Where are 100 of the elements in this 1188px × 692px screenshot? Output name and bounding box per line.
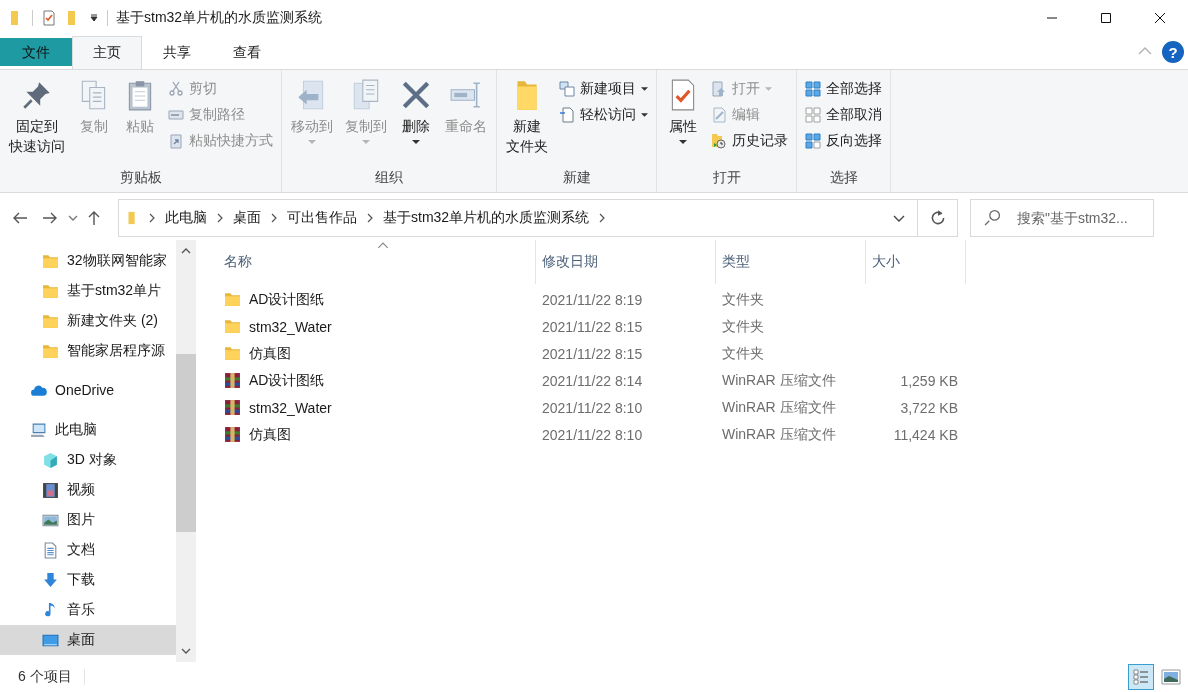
breadcrumb-item[interactable]: 桌面 [233,209,261,227]
caret-icon [641,113,648,117]
nav-item[interactable]: 下载 [0,565,176,595]
chevron-down-icon[interactable] [68,215,78,221]
search-field[interactable]: 搜索"基于stm32... [970,199,1154,237]
modified-date: 2021/11/22 8:10 [542,399,643,416]
ribbon-tab[interactable]: 主页 [72,36,142,69]
maximize-icon[interactable] [1100,12,1112,24]
file-name[interactable]: AD设计图纸 [218,290,536,309]
caret-icon [641,87,648,91]
nav-item[interactable]: 桌面 [0,625,176,655]
breadcrumb-item[interactable]: 可出售作品 [287,209,357,227]
modified-date: 2021/11/22 8:19 [542,291,643,308]
chevron-right-icon[interactable] [599,213,606,223]
nav-item[interactable]: OneDrive [0,375,176,405]
nav-item[interactable]: 此电脑 [0,415,176,445]
select-all-icon [805,81,821,97]
file-name[interactable]: stm32_Water [218,318,536,335]
ribbon-button[interactable]: 新建项目 [555,76,652,102]
breadcrumb-item[interactable]: 基于stm32单片机的水质监测系统 [383,209,590,227]
ribbon-group-label: 组织 [374,168,404,187]
archive-icon [224,372,241,389]
shortcut-icon [168,133,184,149]
nav-item[interactable]: 32物联网智能家 [0,246,176,276]
file-size: 11,424 KB [893,426,958,443]
select-none-icon [805,107,821,123]
ribbon-button[interactable]: 全部取消 [801,102,886,128]
ribbon-button[interactable]: 属性 [661,74,705,164]
nav-item[interactable]: 文档 [0,535,176,565]
chevron-right-icon[interactable] [149,213,155,223]
breadcrumb-item[interactable]: 此电脑 [165,209,207,227]
chevron-right-icon[interactable] [271,213,277,223]
file-size: 3,722 KB [900,399,958,416]
nav-item[interactable]: 3D 对象 [0,445,176,475]
ribbon-button[interactable]: 删除 [394,74,438,164]
details-list-icon [1131,667,1151,687]
help-button[interactable]: ? [1162,41,1184,63]
file-name[interactable]: 仿真图 [218,344,536,363]
refresh-button[interactable] [918,199,958,237]
up-arrow-icon[interactable] [86,210,102,226]
nav-item[interactable]: 视频 [0,475,176,505]
edit-icon [711,107,727,123]
file-name[interactable]: AD设计图纸 [218,371,536,390]
ribbon-tab[interactable]: 文件 [0,38,72,66]
new-item-icon [559,81,575,97]
close-icon[interactable] [1154,12,1166,24]
modified-date: 2021/11/22 8:15 [542,318,643,335]
column-header[interactable]: 修改日期 [536,240,716,284]
chevron-right-icon[interactable] [367,213,373,223]
properties-icon[interactable] [41,10,57,26]
invert-selection-icon [805,133,821,149]
scroll-up-icon[interactable] [181,248,191,254]
computer-icon [30,421,47,439]
cube-icon [42,451,59,469]
landscape-picture-icon [1161,667,1181,687]
column-header[interactable]: 大小 [866,240,966,284]
ribbon-button[interactable]: 新建 文件夹 [501,74,553,164]
search-icon [984,209,1001,226]
modified-date: 2021/11/22 8:10 [542,426,643,443]
nav-item[interactable]: 图片 [0,505,176,535]
address-bar[interactable]: 此电脑 桌面 可出售作品 基于stm32单片机的水质监测系统 [118,199,918,237]
file-type: WinRAR 压缩文件 [722,398,836,415]
file-name[interactable]: stm32_Water [218,399,536,416]
column-header[interactable]: 类型 [716,240,866,284]
file-type: 文件夹 [722,290,764,307]
film-icon [42,481,59,499]
ribbon-button[interactable]: 全部选择 [801,76,886,102]
file-name[interactable]: 仿真图 [218,425,536,444]
ribbon-group-label: 剪贴板 [118,168,163,187]
archive-icon [224,426,241,443]
item-count: 6 个项目 [18,668,72,686]
scrollbar-thumb[interactable] [176,354,196,532]
ribbon-group-label: 选择 [828,168,859,187]
nav-item[interactable]: 智能家居程序源 [0,336,176,366]
folder-icon [224,318,241,335]
nav-item[interactable]: 基于stm32单片 [0,276,176,306]
file-type: WinRAR 压缩文件 [722,425,836,442]
customize-dropdown-icon[interactable] [89,13,99,23]
window-title: 基于stm32单片机的水质监测系统 [116,9,323,27]
back-arrow-icon[interactable] [12,210,28,226]
chevron-right-icon[interactable] [217,213,223,223]
ribbon-button[interactable]: 反向选择 [801,128,886,154]
ribbon-button[interactable]: 固定到 快速访问 [4,74,70,164]
nav-item[interactable]: 音乐 [0,595,176,625]
sort-ascending-icon [376,242,389,249]
nav-item[interactable]: 新建文件夹 (2) [0,306,176,336]
column-header[interactable]: 名称 [218,240,536,284]
scroll-down-icon[interactable] [181,648,191,654]
forward-arrow-icon[interactable] [42,210,58,226]
folder-icon [42,252,59,270]
history-icon [711,133,727,149]
modified-date: 2021/11/22 8:14 [542,372,643,389]
ribbon-group-label: 新建 [561,168,592,187]
modified-date: 2021/11/22 8:15 [542,345,643,362]
ribbon-button[interactable]: 轻松访问 [555,102,652,128]
ribbon-button[interactable]: 历史记录 [707,128,792,154]
file-type: WinRAR 压缩文件 [722,371,836,388]
caret-icon [679,140,687,144]
scrollbar[interactable] [176,240,196,662]
chevron-down-icon[interactable] [893,214,905,222]
